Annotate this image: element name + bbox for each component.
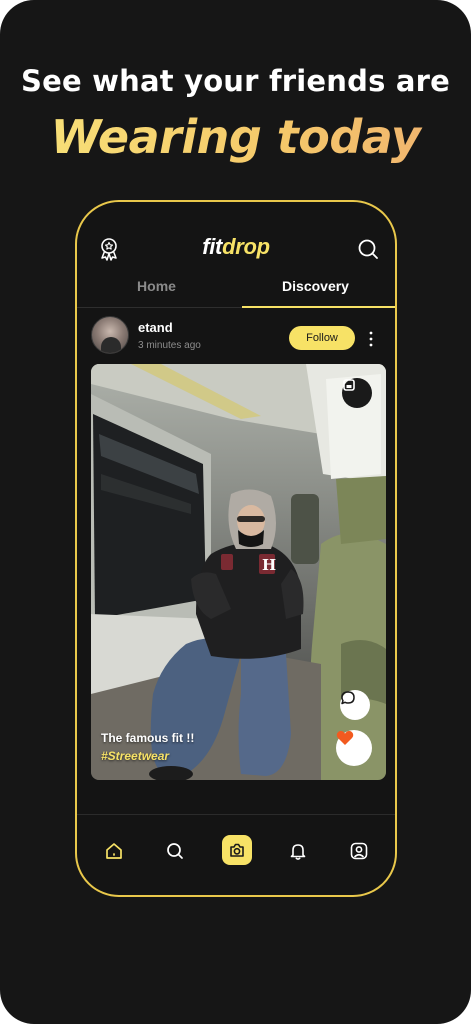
nav-home[interactable]	[102, 839, 126, 863]
heart-icon	[336, 730, 354, 745]
post-caption: The famous fit !!	[101, 731, 195, 745]
search-icon[interactable]	[357, 238, 379, 260]
nav-camera[interactable]	[222, 835, 252, 865]
feed-tabs: Home Discovery	[77, 272, 395, 308]
logo-part-fit: fit	[202, 234, 223, 259]
bottom-nav	[77, 814, 395, 894]
tab-home[interactable]: Home	[77, 278, 236, 294]
logo-part-drop: drop	[222, 234, 270, 259]
app-showcase: See what your friends are Wearing today …	[0, 0, 471, 1024]
comment-button[interactable]	[340, 690, 370, 720]
phone-frame: fitdrop Home Discovery etand 3 minutes a…	[75, 200, 397, 897]
post-header: etand 3 minutes ago Follow	[77, 314, 395, 362]
camera-icon	[230, 843, 244, 857]
bookmark-icon	[343, 379, 355, 391]
follow-button[interactable]: Follow	[289, 326, 355, 350]
post-timestamp: 3 minutes ago	[138, 340, 201, 351]
search-icon	[167, 843, 183, 859]
promo-heading: See what your friends are	[21, 64, 450, 98]
home-icon	[106, 843, 122, 859]
post-hashtag[interactable]: #Streetwear	[101, 749, 169, 763]
tab-discovery[interactable]: Discovery	[236, 278, 395, 294]
app-logo: fitdrop	[77, 234, 395, 260]
promo-highlight: Wearing today	[0, 110, 471, 164]
bell-icon	[290, 844, 306, 860]
avatar[interactable]	[91, 316, 129, 354]
active-tab-indicator	[242, 306, 395, 308]
bookmark-button[interactable]	[342, 378, 372, 408]
comment-icon	[341, 691, 355, 705]
nav-search[interactable]	[163, 839, 187, 863]
svg-text:H: H	[262, 556, 276, 574]
profile-icon	[350, 842, 368, 860]
post-username[interactable]: etand	[138, 320, 173, 335]
post-photo[interactable]: H The famous fit !! #Streetwear	[91, 364, 386, 780]
more-options-icon[interactable]	[367, 330, 375, 348]
like-button[interactable]	[336, 730, 372, 766]
nav-notifications[interactable]	[286, 839, 310, 863]
nav-profile[interactable]	[347, 839, 371, 863]
photo-scene: H	[91, 364, 386, 780]
